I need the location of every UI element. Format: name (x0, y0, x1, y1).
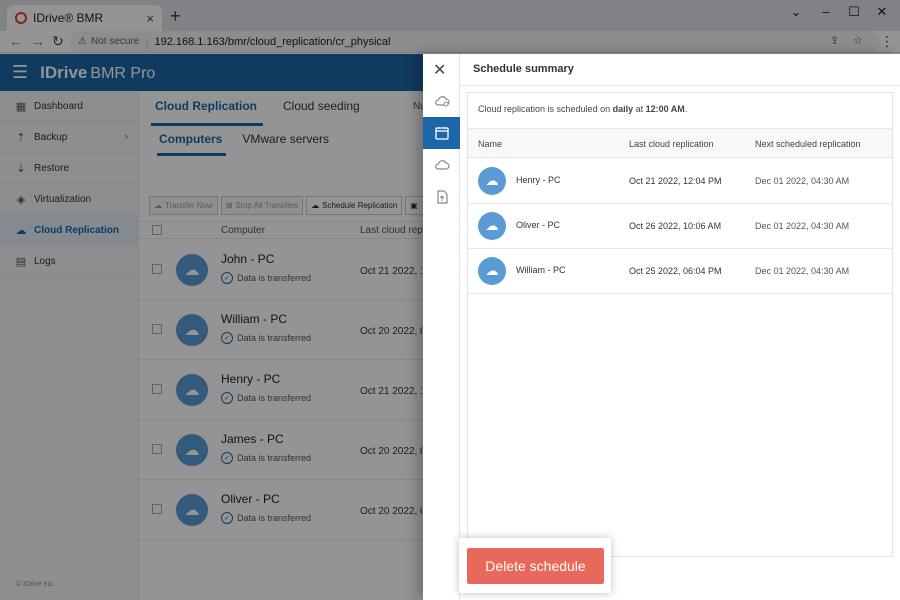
computer-name: Oliver - PC (516, 220, 561, 230)
cloud-upload-icon: ☁ (478, 212, 506, 240)
cloud-upload-icon: ☁ (478, 167, 506, 195)
schedule-note: Cloud replication is scheduled on daily … (478, 104, 688, 114)
cloud-upload-icon: ☁ (478, 257, 506, 285)
schedule-table-header: Name Last cloud replication Next schedul… (468, 128, 892, 158)
last-replication-date: Oct 26 2022, 10:06 AM (629, 221, 722, 231)
divider (460, 85, 900, 86)
close-icon[interactable]: ✕ (433, 60, 446, 80)
next-replication-date: Dec 01 2022, 04:30 AM (755, 266, 850, 276)
cloud-icon[interactable] (423, 149, 460, 181)
last-replication-date: Oct 25 2022, 06:04 PM (629, 266, 722, 276)
schedule-card: Cloud replication is scheduled on daily … (467, 92, 893, 557)
next-replication-date: Dec 01 2022, 04:30 AM (755, 176, 850, 186)
drawer-rail: ✕ (423, 54, 460, 600)
cloud-settings-icon[interactable] (423, 85, 460, 117)
delete-button-highlight: Delete schedule (459, 538, 611, 593)
computer-name: William - PC (516, 265, 566, 275)
last-replication-date: Oct 21 2022, 12:04 PM (629, 176, 722, 186)
computer-name: Henry - PC (516, 175, 561, 185)
column-header-name: Name (478, 139, 503, 149)
table-row: ☁ Henry - PC Oct 21 2022, 12:04 PM Dec 0… (468, 159, 892, 204)
next-replication-date: Dec 01 2022, 04:30 AM (755, 221, 850, 231)
schedule-summary-drawer: ✕ Schedule summary Cloud replication is … (423, 54, 900, 600)
column-header-next-replication: Next scheduled replication (755, 139, 861, 149)
file-export-icon[interactable] (423, 181, 460, 213)
column-header-last-replication: Last cloud replication (629, 139, 714, 149)
calendar-schedule-icon[interactable] (423, 117, 460, 149)
table-row: ☁ Oliver - PC Oct 26 2022, 10:06 AM Dec … (468, 204, 892, 249)
delete-schedule-button[interactable]: Delete schedule (467, 548, 604, 584)
table-row: ☁ William - PC Oct 25 2022, 06:04 PM Dec… (468, 249, 892, 294)
drawer-title: Schedule summary (473, 63, 574, 75)
